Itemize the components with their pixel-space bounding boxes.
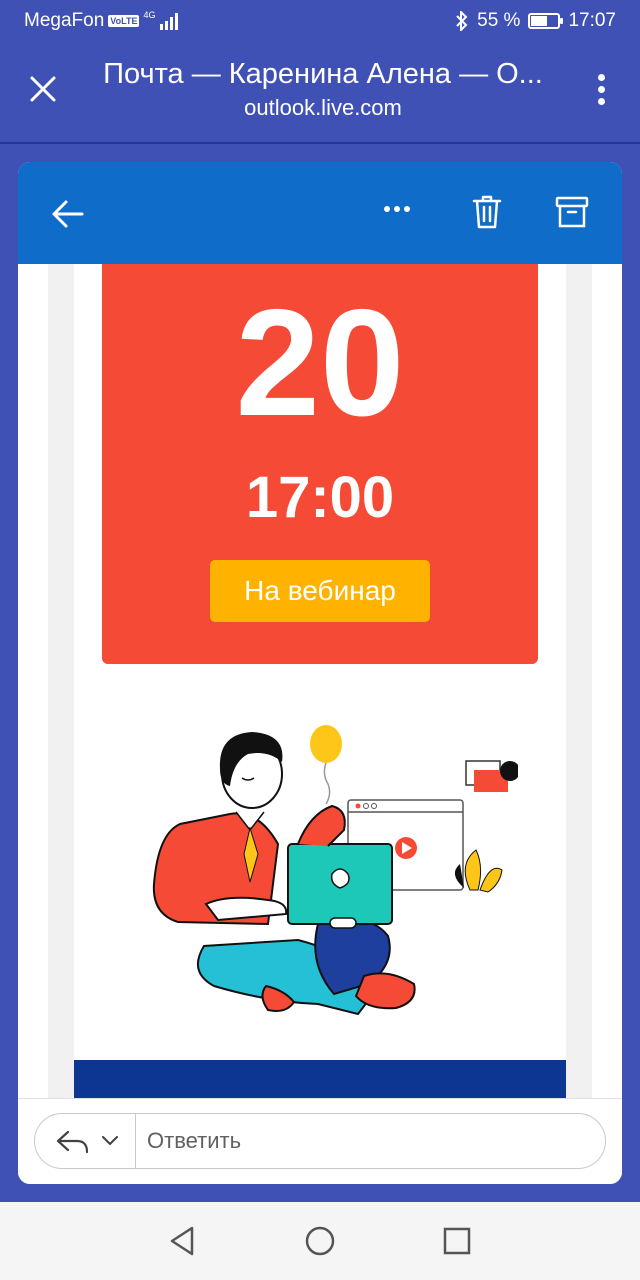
reply-input[interactable]: Ответить (147, 1128, 241, 1154)
footer-banner-strip (74, 1060, 566, 1098)
square-recent-icon[interactable] (440, 1224, 474, 1258)
page-title: Почта — Каренина Алена — О... (103, 58, 543, 90)
reply-area: Ответить (18, 1098, 622, 1184)
webinar-day: 20 (235, 278, 405, 448)
webinar-button[interactable]: На вебинар (210, 560, 430, 622)
circle-home-icon[interactable] (303, 1224, 337, 1258)
volte-badge: VoLTE (108, 15, 140, 27)
left-gutter (48, 264, 74, 1098)
carrier-name: MegaFon (24, 10, 105, 31)
bluetooth-icon (456, 11, 468, 31)
chevron-down-icon[interactable] (101, 1134, 119, 1148)
status-left: MegaFon VoLTE 4G (24, 10, 181, 32)
reply-box[interactable]: Ответить (34, 1113, 606, 1169)
reply-icon[interactable] (55, 1128, 91, 1156)
network-type: 4G (143, 9, 156, 20)
triangle-back-icon[interactable] (166, 1224, 200, 1258)
trash-icon[interactable] (470, 194, 504, 230)
page-url: outlook.live.com (244, 95, 402, 120)
battery-icon (528, 13, 564, 29)
system-navbar (0, 1202, 640, 1280)
mail-body: 20 17:00 На вебинар (18, 264, 622, 1098)
browser-header: Почта — Каренина Алена — О... outlook.li… (0, 44, 640, 142)
arrow-left-icon[interactable] (48, 194, 88, 234)
close-icon[interactable] (28, 74, 58, 104)
status-bar: MegaFon VoLTE 4G 55 % 17:07 (0, 0, 640, 44)
man-with-laptop-illustration (152, 725, 518, 1016)
webinar-time: 17:00 (245, 465, 395, 530)
webinar-banner: 20 17:00 На вебинар (102, 264, 538, 664)
status-right: 55 % 17:07 (455, 10, 616, 32)
more-vertical-icon[interactable] (596, 74, 606, 108)
battery-fill (531, 16, 547, 26)
right-gutter (566, 264, 592, 1098)
battery-percent: 55 % (477, 10, 521, 31)
signal-icon (160, 13, 179, 30)
reply-separator (135, 1114, 136, 1168)
clock: 17:07 (568, 10, 616, 31)
more-horizontal-icon[interactable] (384, 206, 420, 218)
header-divider (0, 142, 640, 144)
archive-icon[interactable] (554, 194, 590, 230)
mail-toolbar (18, 162, 622, 264)
title-block: Почта — Каренина Алена — О... outlook.li… (88, 58, 558, 121)
mail-card: 20 17:00 На вебинар Ответить (18, 162, 622, 1184)
